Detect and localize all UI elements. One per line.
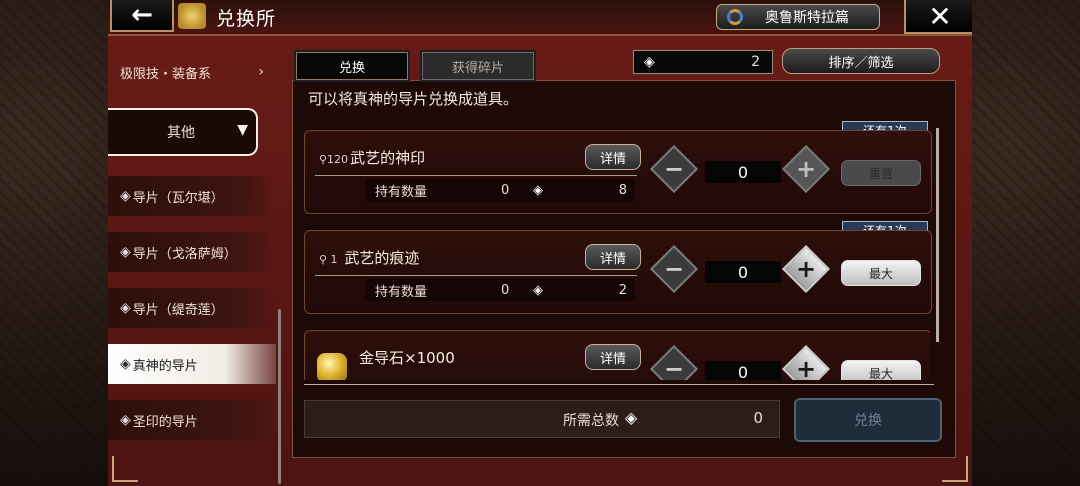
max-button[interactable]: 最大	[841, 360, 921, 380]
item-name-text: 武艺的痕迹	[344, 249, 420, 267]
hold-label: 持有数量	[375, 284, 428, 300]
hold-row: 持有数量 0 ◈ 8	[365, 179, 635, 201]
frame-corner-ornament	[112, 456, 138, 482]
shard-count-display: ◈ 2	[633, 50, 773, 74]
shop-emblem-icon	[178, 3, 206, 29]
list-scrollbar[interactable]	[936, 128, 939, 342]
minus-icon: −	[663, 355, 685, 380]
plus-icon: +	[795, 355, 817, 380]
sidebar-item-golosam[interactable]: ◈ 导片（戈洛萨姆）	[108, 232, 276, 272]
hold-value: 0	[501, 282, 510, 298]
level-requirement: ⚲120	[319, 153, 349, 166]
exchange-button[interactable]: 兑换	[794, 398, 942, 442]
total-value: 0	[753, 409, 763, 427]
total-label: 所需总数	[563, 413, 619, 429]
shard-icon: ◈	[120, 412, 131, 428]
hold-row: 持有数量 0 ◈ 2	[365, 279, 635, 301]
back-arrow-icon: ←	[131, 0, 153, 30]
item-name: 金导石×1000	[359, 347, 455, 368]
list-bottom-divider	[304, 384, 934, 385]
sidebar-item-label: 极限技・装备系	[120, 66, 212, 82]
sidebar-item-ultimate-equipment[interactable]: 极限技・装备系 ›	[108, 52, 276, 92]
item-name: ⚲120 武艺的神印	[319, 147, 425, 168]
minus-icon: −	[663, 155, 685, 183]
cost-value: 8	[618, 182, 627, 198]
tab-exchange[interactable]: 兑换	[294, 50, 410, 82]
back-button[interactable]: ←	[110, 0, 174, 32]
shard-icon: ◈	[644, 54, 655, 70]
quantity-value: 0	[705, 361, 781, 380]
plus-icon: +	[795, 255, 817, 283]
item-name-text: 金导石×1000	[359, 349, 455, 367]
quantity-value: 0	[705, 161, 781, 183]
hold-label: 持有数量	[375, 184, 428, 200]
sidebar-item-true-god[interactable]: ◈ 真神的导片	[108, 344, 276, 384]
divider	[315, 275, 637, 276]
chevron-right-icon: ›	[258, 64, 264, 80]
switch-icon	[727, 9, 743, 25]
close-button[interactable]: ✕	[904, 0, 972, 34]
cost-value: 2	[618, 282, 627, 298]
shard-icon: ◈	[120, 188, 131, 204]
close-icon: ✕	[928, 0, 952, 33]
shard-icon: ◈	[120, 244, 131, 260]
category-sidebar: 极限技・装备系 › 其他 ▼ ◈ 导片（瓦尔堪） ◈ 导片（戈洛萨姆） ◈ 导片…	[108, 44, 281, 484]
list-item: 金导石×1000 详情 − 0 + 最大	[304, 330, 930, 380]
chapter-label: 奥鲁斯特拉篇	[765, 10, 849, 26]
chevron-down-icon: ▼	[237, 122, 248, 138]
list-item: ⚲120 武艺的神印 详情 持有数量 0 ◈ 8 − 0 + 重置	[304, 130, 932, 214]
sidebar-item-holy-seal[interactable]: ◈ 圣印的导片	[108, 400, 276, 440]
sidebar-item-label: 真神的导片	[132, 358, 198, 374]
right-background	[972, 0, 1080, 486]
frame-corner-ornament	[942, 456, 968, 482]
divider	[315, 175, 637, 176]
shard-icon: ◈	[120, 356, 131, 372]
sidebar-item-vulcan[interactable]: ◈ 导片（瓦尔堪）	[108, 176, 276, 216]
sidebar-item-label: 导片（瓦尔堪）	[132, 190, 224, 206]
item-name-text: 武艺的神印	[350, 149, 426, 167]
sidebar-scrollbar[interactable]	[278, 309, 281, 484]
sidebar-item-label: 其他	[167, 125, 195, 141]
list-item: ⚲ 1 武艺的痕迹 详情 持有数量 0 ◈ 2 − 0 + 最大	[304, 230, 932, 314]
gold-stone-icon	[317, 353, 347, 380]
sidebar-item-tiqilian[interactable]: ◈ 导片（缇奇莲）	[108, 288, 276, 328]
sort-filter-button[interactable]: 排序／筛选	[782, 48, 940, 74]
sidebar-item-label: 导片（缇奇莲）	[132, 302, 224, 318]
detail-button[interactable]: 详情	[585, 144, 641, 170]
sidebar-dropdown-other[interactable]: 其他 ▼	[108, 108, 258, 156]
shard-icon: ◈	[533, 282, 543, 298]
left-background	[0, 0, 108, 486]
page-title: 兑换所	[216, 8, 277, 30]
shard-count: 2	[751, 54, 760, 70]
sidebar-item-label: 圣印的导片	[132, 414, 198, 430]
top-bar: ← 兑换所 奥鲁斯特拉篇 ✕	[108, 0, 972, 36]
quantity-value: 0	[705, 261, 781, 283]
chapter-switch-button[interactable]: 奥鲁斯特拉篇	[716, 4, 880, 30]
description-text: 可以将真神的导片兑换成道具。	[308, 90, 519, 108]
hold-value: 0	[501, 182, 510, 198]
shard-icon: ◈	[625, 408, 638, 427]
plus-icon: +	[795, 155, 817, 183]
level-requirement: ⚲ 1	[319, 253, 338, 266]
shard-icon: ◈	[533, 182, 543, 198]
reset-button[interactable]: 重置	[841, 160, 921, 186]
tab-get-shards[interactable]: 获得碎片	[420, 50, 536, 82]
list-item-clip: 金导石×1000 详情 − 0 + 最大	[304, 330, 930, 380]
minus-icon: −	[663, 255, 685, 283]
total-cost-bar: 所需总数 ◈ 0	[304, 400, 780, 438]
max-button[interactable]: 最大	[841, 260, 921, 286]
exchange-window: ← 兑换所 奥鲁斯特拉篇 ✕ 极限技・装备系 › 其他 ▼ ◈ 导片（瓦尔堪） …	[108, 0, 972, 486]
item-name: ⚲ 1 武艺的痕迹	[319, 247, 419, 268]
sidebar-item-label: 导片（戈洛萨姆）	[132, 246, 237, 262]
shard-icon: ◈	[120, 300, 131, 316]
detail-button[interactable]: 详情	[585, 344, 641, 370]
detail-button[interactable]: 详情	[585, 244, 641, 270]
